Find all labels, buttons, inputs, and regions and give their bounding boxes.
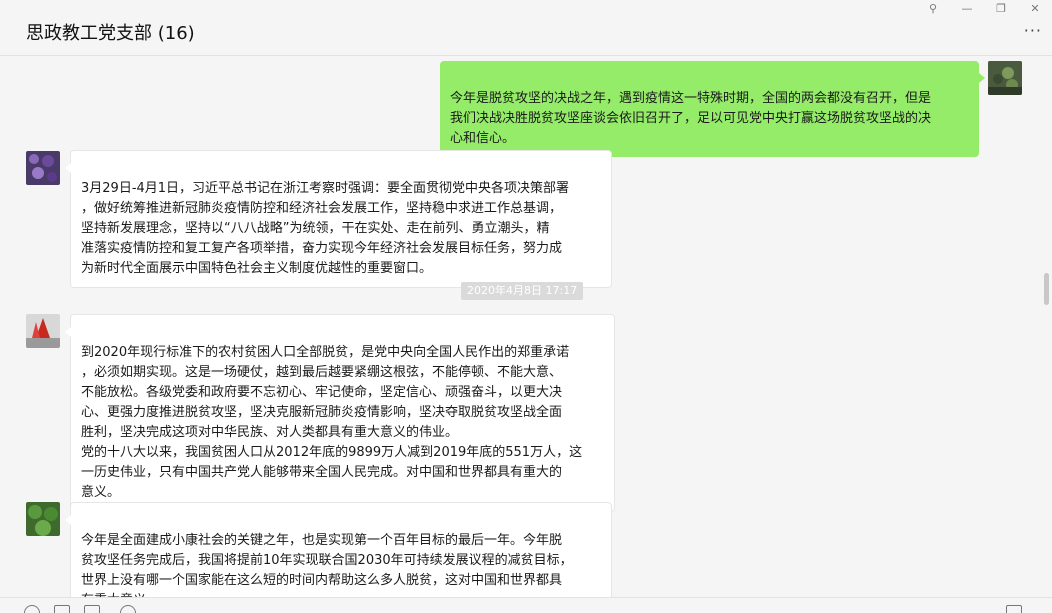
chat-history-icon[interactable]	[120, 605, 136, 613]
window-controls: ⚲ — ❐ ✕	[916, 0, 1052, 16]
call-icon[interactable]	[1006, 605, 1022, 613]
more-options-button[interactable]: ···	[1024, 23, 1042, 39]
screenshot-icon[interactable]	[84, 605, 100, 613]
avatar-member-2[interactable]	[26, 314, 60, 348]
folder-icon[interactable]	[54, 605, 70, 613]
avatar-member-3[interactable]	[26, 502, 60, 536]
avatar-member-1[interactable]	[26, 151, 60, 185]
chat-header: 思政教工党支部 (16) ⚲ — ❐ ✕ ···	[0, 0, 1052, 56]
green-leaves-icon	[26, 502, 60, 536]
message-bubble-incoming[interactable]: 到2020年现行标准下的农村贫困人口全部脱贫，是党中央向全国人民作出的郑重承诺 …	[65, 314, 615, 512]
plant-photo-icon	[988, 61, 1022, 95]
message-text: 今年是全面建成小康社会的关键之年，也是实现第一个百年目标的最后一年。今年脱 贫攻…	[81, 533, 573, 597]
chat-title: 思政教工党支部 (16)	[26, 23, 195, 44]
emoji-icon[interactable]	[24, 605, 40, 613]
message-bubble-outgoing[interactable]: 今年是脱贫攻坚的决战之年，遇到疫情这一特殊时期，全国的两会都没有召开，但是 我们…	[440, 61, 985, 157]
message-timestamp: 2020年4月8日 17:17	[461, 282, 584, 300]
message-bubble-incoming[interactable]: 3月29日-4月1日，习近平总书记在浙江考察时强调：要全面贯彻党中央各项决策部署…	[65, 150, 612, 288]
restore-icon[interactable]: ❐	[984, 0, 1018, 16]
scrollbar-thumb[interactable]	[1044, 273, 1049, 305]
message-list[interactable]: 今年是脱贫攻坚的决战之年，遇到疫情这一特殊时期，全国的两会都没有召开，但是 我们…	[0, 57, 1052, 597]
message-text: 今年是脱贫攻坚的决战之年，遇到疫情这一特殊时期，全国的两会都没有召开，但是 我们…	[450, 91, 932, 146]
input-toolbar	[0, 597, 1052, 613]
purple-flowers-icon	[26, 151, 60, 185]
avatar-self[interactable]	[988, 61, 1022, 95]
message-text: 3月29日-4月1日，习近平总书记在浙江考察时强调：要全面贯彻党中央各项决策部署…	[81, 181, 570, 276]
red-sculpture-icon	[26, 314, 60, 348]
message-text: 到2020年现行标准下的农村贫困人口全部脱贫，是党中央向全国人民作出的郑重承诺 …	[81, 345, 583, 500]
pin-icon[interactable]: ⚲	[916, 0, 950, 16]
close-icon[interactable]: ✕	[1018, 0, 1052, 16]
minimize-icon[interactable]: —	[950, 0, 984, 16]
message-bubble-incoming[interactable]: 今年是全面建成小康社会的关键之年，也是实现第一个百年目标的最后一年。今年脱 贫攻…	[65, 502, 612, 597]
